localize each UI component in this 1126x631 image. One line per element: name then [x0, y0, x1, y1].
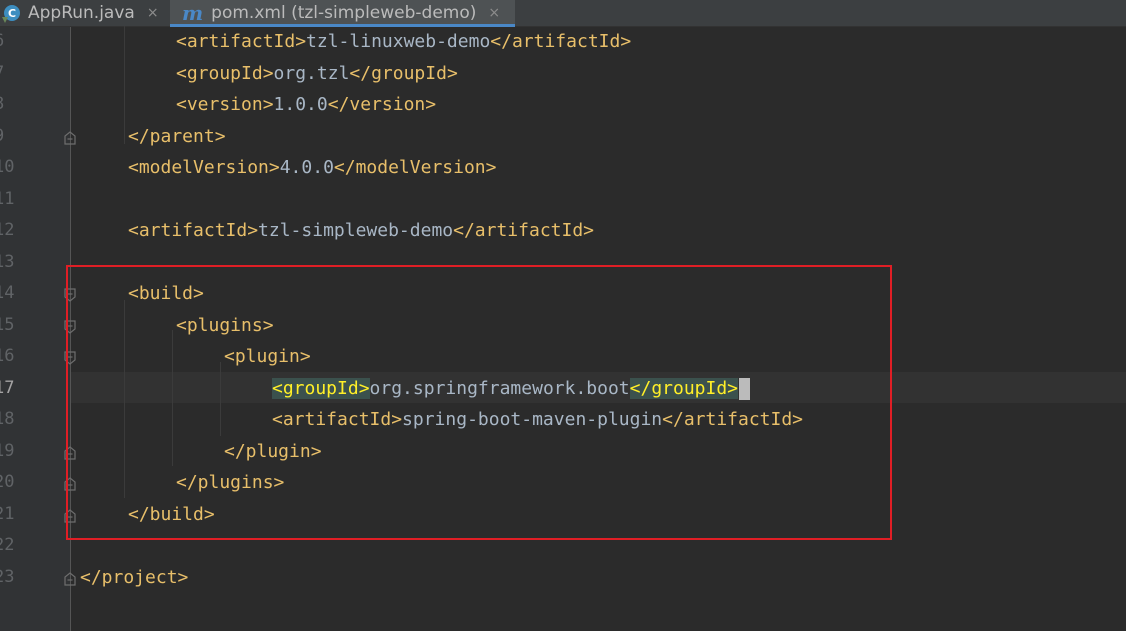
line-number: 21	[0, 503, 15, 524]
xml-tag: <modelVersion>	[128, 157, 280, 178]
xml-tag: </modelVersion>	[333, 157, 497, 178]
maven-icon: m	[182, 1, 204, 25]
xml-tag: </artifactId>	[453, 220, 595, 241]
line-number: 16	[0, 346, 15, 366]
code-line[interactable]: <artifactId>tzl-simpleweb-demo</artifact…	[128, 215, 594, 246]
tab-label: AppRun.java	[28, 3, 135, 23]
line-number: 7	[0, 58, 20, 89]
line-number: 17	[0, 377, 15, 398]
line-number: 19	[0, 440, 15, 461]
line-number: 8	[0, 89, 20, 120]
line-number: 15	[0, 314, 15, 335]
line-number: 10	[0, 157, 15, 177]
xml-tag: </groupId>	[349, 62, 458, 84]
xml-text: tzl-linuxweb-demo	[306, 31, 491, 52]
line-number: 20	[0, 472, 15, 492]
java-class-icon: C	[2, 3, 22, 23]
code-line[interactable]: <groupId>org.tzl</groupId>	[176, 58, 458, 89]
line-number: 22	[0, 535, 15, 555]
xml-tag: <groupId>	[176, 62, 274, 84]
line-number: 18	[0, 409, 15, 429]
xml-tag: </parent>	[128, 125, 226, 147]
xml-text: org.tzl	[273, 62, 350, 84]
xml-tag: </version>	[327, 94, 437, 115]
line-number: 9	[0, 121, 20, 152]
line-number: 6	[0, 26, 20, 57]
indent-guide	[124, 26, 125, 144]
code-line[interactable]: </parent>	[128, 121, 226, 152]
code-line[interactable]: <version>1.0.0</version>	[176, 89, 436, 120]
code-line[interactable]: <modelVersion>4.0.0</modelVersion>	[128, 152, 496, 183]
xml-tag: </project>	[80, 566, 189, 588]
tab-pom-xml[interactable]: m pom.xml (tzl-simpleweb-demo) ×	[170, 0, 515, 27]
line-number: 13	[0, 251, 15, 272]
annotation-highlight-box	[66, 265, 892, 540]
editor-tab-bar: C AppRun.java × m pom.xml (tzl-simpleweb…	[0, 0, 1126, 27]
xml-tag: <artifactId>	[128, 220, 259, 241]
code-line[interactable]: </project>	[80, 562, 188, 593]
fold-marker-icon[interactable]	[64, 571, 76, 586]
line-number: 11	[0, 188, 15, 209]
xml-tag: </artifactId>	[490, 31, 632, 52]
tab-apprun-java[interactable]: C AppRun.java ×	[0, 0, 166, 26]
fold-marker-icon[interactable]	[64, 130, 76, 145]
line-number: 14	[0, 283, 15, 303]
svg-text:C: C	[8, 7, 16, 20]
xml-tag: <artifactId>	[176, 31, 307, 52]
xml-text: 4.0.0	[279, 157, 334, 178]
line-number: 23	[0, 566, 15, 587]
tab-label: pom.xml (tzl-simpleweb-demo)	[211, 3, 477, 23]
xml-text: 1.0.0	[273, 94, 328, 115]
close-icon[interactable]: ×	[488, 5, 500, 21]
close-icon[interactable]: ×	[147, 5, 159, 21]
line-number: 12	[0, 220, 15, 240]
code-line[interactable]: <artifactId>tzl-linuxweb-demo</artifactI…	[176, 26, 631, 57]
xml-tag: <version>	[176, 94, 274, 115]
xml-text: tzl-simpleweb-demo	[258, 220, 454, 241]
